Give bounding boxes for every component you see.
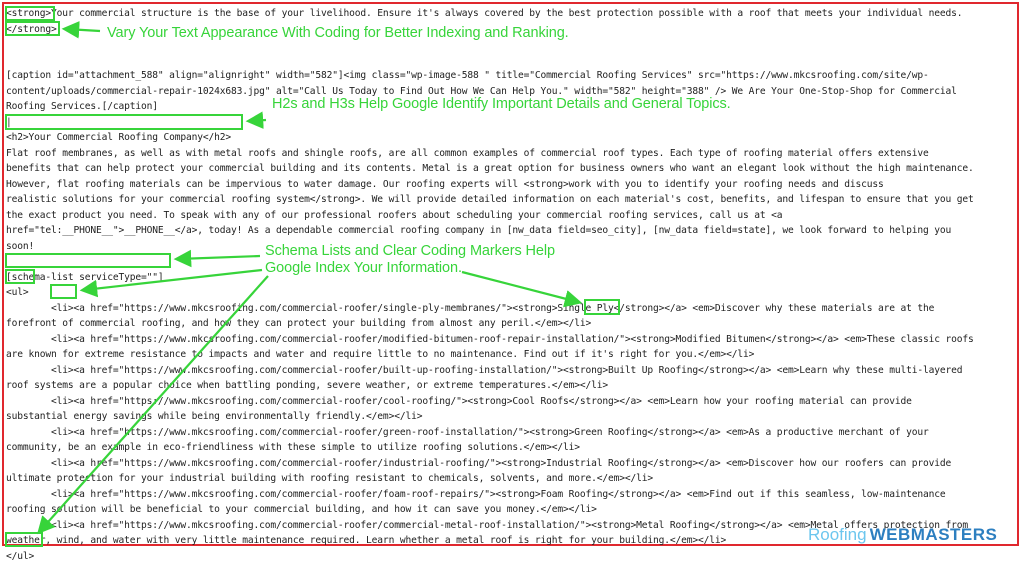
brand-part1: Roofing bbox=[808, 525, 867, 544]
arrow-headings bbox=[250, 120, 266, 121]
arrow-schema bbox=[178, 256, 260, 259]
arrow-li-close bbox=[462, 272, 578, 302]
arrow-ul-close bbox=[40, 276, 268, 531]
annotation-arrows bbox=[0, 0, 1024, 551]
brand-logo: RoofingWEBMASTERS bbox=[808, 525, 997, 545]
brand-part2: WEBMASTERS bbox=[870, 525, 998, 544]
arrow-text-appearance bbox=[66, 29, 100, 31]
arrow-li-open bbox=[84, 270, 262, 290]
